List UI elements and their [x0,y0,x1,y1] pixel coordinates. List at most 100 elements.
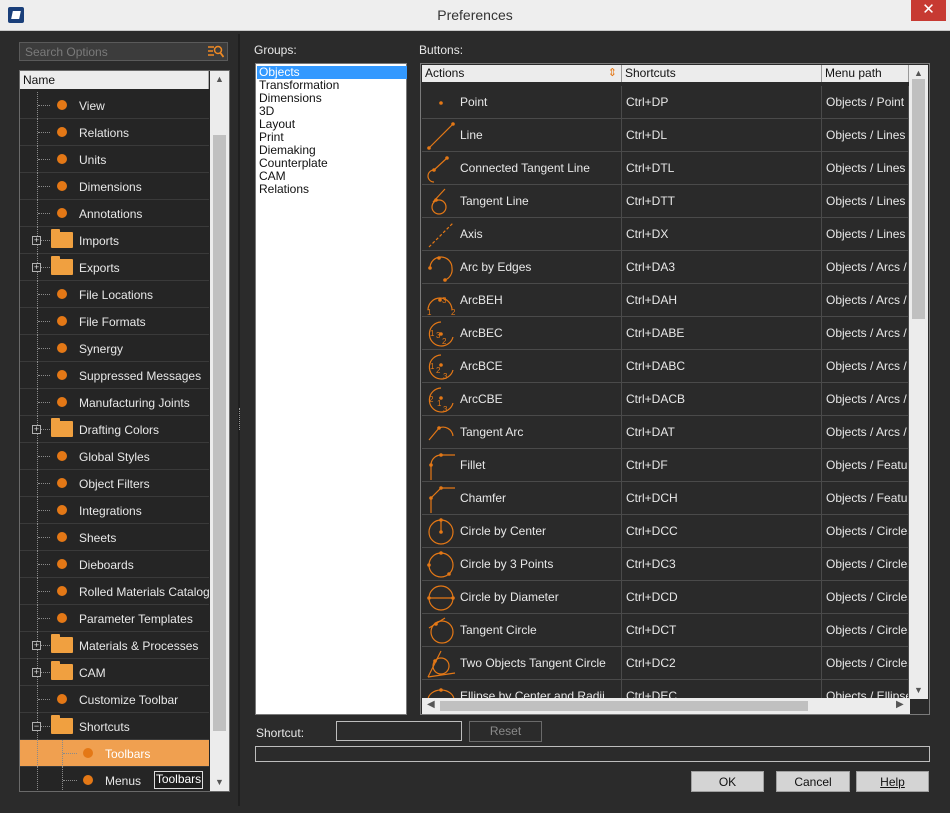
shortcut-cell[interactable]: Ctrl+DAT [622,416,822,449]
scroll-down-icon[interactable]: ▼ [914,685,923,695]
shortcut-cell[interactable]: Ctrl+DTL [622,152,822,185]
action-cell[interactable]: 1 3 2 ArcBEC [422,317,622,350]
table-vertical-scrollbar[interactable]: ▲ ▼ [909,65,928,699]
table-row[interactable]: 132 ArcBEC Ctrl+DABE Objects / Arcs / ArcBE… [422,317,909,350]
groups-list[interactable]: Objects Transformation Dimensions 3D Layout P… [255,63,407,715]
tree-item[interactable]: Dieboards [20,551,209,578]
tree-item[interactable]: Suppressed Messages [20,362,209,389]
shortcut-cell[interactable]: Ctrl+DCD [622,581,822,614]
shortcut-cell[interactable]: Ctrl+DACB [622,383,822,416]
action-cell[interactable]: Tangent Arc [422,416,622,449]
table-row[interactable]: Two Objects Tangent Circle Ctrl+DC2 Object… [422,647,909,680]
tree-item[interactable]: File Locations [20,281,209,308]
tree-item[interactable]: Customize Toolbar [20,686,209,713]
action-cell[interactable]: Tangent Circle [422,614,622,647]
action-cell[interactable]: 1 2 3 ArcBEH [422,284,622,317]
column-header-menu-path[interactable]: Menu path [822,65,909,82]
shortcut-cell[interactable]: Ctrl+DF [622,449,822,482]
table-row[interactable]: Circle by 3 Points Ctrl+DC3 Objects / Circ… [422,548,909,581]
action-cell[interactable]: Connected Tangent Line [422,152,622,185]
tree-item[interactable]: + Exports [20,254,209,281]
expand-icon[interactable]: + [32,263,41,272]
table-hscroll-thumb[interactable] [440,701,808,711]
shortcut-cell[interactable]: Ctrl+DC2 [622,647,822,680]
column-header-shortcuts[interactable]: Shortcuts [622,65,822,82]
shortcut-cell[interactable]: Ctrl+DCC [622,515,822,548]
cancel-button[interactable]: Cancel [776,771,850,792]
column-header-actions[interactable]: Actions ⇕ [422,65,622,82]
action-cell[interactable]: Two Objects Tangent Circle [422,647,622,680]
table-row[interactable]: Tangent Circle Ctrl+DCT Objects / Circles … [422,614,909,647]
expand-icon[interactable]: + [32,641,41,650]
shortcut-cell[interactable]: Ctrl+DL [622,119,822,152]
table-row[interactable]: Point Ctrl+DP Objects / Point [422,86,909,119]
search-input[interactable]: Search Options [19,42,228,61]
shortcut-cell[interactable]: Ctrl+DAH [622,284,822,317]
table-row[interactable]: Arc by Edges Ctrl+DA3 Objects / Arcs / Arc… [422,251,909,284]
action-cell[interactable]: Chamfer [422,482,622,515]
table-row[interactable]: Chamfer Ctrl+DCH Objects / Features / Cham… [422,482,909,515]
tree-item[interactable]: Dimensions [20,173,209,200]
collapse-icon[interactable]: − [32,722,41,731]
tree-item[interactable]: Annotations [20,200,209,227]
ok-button[interactable]: OK [691,771,764,792]
shortcut-cell[interactable]: Ctrl+DA3 [622,251,822,284]
tree-item[interactable]: + CAM [20,659,209,686]
table-row[interactable]: 213 ArcCBE Ctrl+DACB Objects / Arcs / ArcCB… [422,383,909,416]
action-cell[interactable]: Fillet [422,449,622,482]
shortcut-cell[interactable]: Ctrl+DCH [622,482,822,515]
tree-item[interactable]: Parameter Templates [20,605,209,632]
table-row[interactable]: Axis Ctrl+DX Objects / Lines / Axis [422,218,909,251]
close-button[interactable]: ✕ [911,0,946,21]
action-cell[interactable]: 2 1 3 ArcCBE [422,383,622,416]
table-row[interactable]: Circle by Center Ctrl+DCC Objects / Circle… [422,515,909,548]
splitter-grip-icon[interactable] [239,408,242,430]
action-cell[interactable]: 1 2 3 ArcBCE [422,350,622,383]
action-cell[interactable]: Arc by Edges [422,251,622,284]
scroll-up-icon[interactable]: ▲ [215,74,224,84]
shortcut-input[interactable] [336,721,462,741]
action-cell[interactable]: Circle by Diameter [422,581,622,614]
shortcut-cell[interactable]: Ctrl+DC3 [622,548,822,581]
expand-icon[interactable]: + [32,425,41,434]
shortcut-cell[interactable]: Ctrl+DX [622,218,822,251]
action-cell[interactable]: Circle by Center [422,515,622,548]
table-row[interactable]: Fillet Ctrl+DF Objects / Features / Fillet [422,449,909,482]
table-row[interactable]: Tangent Line Ctrl+DTT Objects / Lines / Ta… [422,185,909,218]
tree-item[interactable]: Synergy [20,335,209,362]
scroll-left-icon[interactable]: ◀ [427,699,435,710]
group-item[interactable]: Dimensions [257,92,407,105]
tree-item[interactable]: View [20,92,209,119]
tree-item[interactable]: + Imports [20,227,209,254]
tree-scroll-thumb[interactable] [213,135,226,731]
tree-item[interactable]: Units [20,146,209,173]
shortcut-cell[interactable]: Ctrl+DABE [622,317,822,350]
search-icon[interactable] [208,45,225,59]
table-horizontal-scrollbar[interactable]: ◀ ▶ [422,698,910,714]
table-row[interactable]: Circle by Diameter Ctrl+DCD Objects / Circ… [422,581,909,614]
table-row[interactable]: 1 23 ArcBEH Ctrl+DAH Objects / Arcs / ArcBEH [422,284,909,317]
tree-item[interactable]: Relations [20,119,209,146]
tree-item[interactable]: Object Filters [20,470,209,497]
tree-item[interactable]: Integrations [20,497,209,524]
expand-icon[interactable]: + [32,236,41,245]
tree-item[interactable]: Global Styles [20,443,209,470]
table-row[interactable]: 123 ArcBCE Ctrl+DABC Objects / Arcs / ArcBC… [422,350,909,383]
buttons-table[interactable]: Actions ⇕ Shortcuts Menu path Point Ctrl+… [420,63,930,715]
tree-item[interactable]: + Drafting Colors [20,416,209,443]
shortcut-cell[interactable]: Ctrl+DTT [622,185,822,218]
expand-icon[interactable]: + [32,668,41,677]
tree-item[interactable]: + Materials & Processes [20,632,209,659]
action-cell[interactable]: Line [422,119,622,152]
tree-item[interactable]: Rolled Materials Catalog [20,578,210,605]
table-row[interactable]: Line Ctrl+DL Objects / Lines / Line [422,119,909,152]
action-cell[interactable]: Axis [422,218,622,251]
action-cell[interactable]: Circle by 3 Points [422,548,622,581]
table-vscroll-thumb[interactable] [912,79,925,319]
group-item[interactable]: Relations [257,183,407,196]
action-cell[interactable]: Point [422,86,622,119]
table-row[interactable]: Connected Tangent Line Ctrl+DTL Objects / … [422,152,909,185]
tree-header-name[interactable]: Name [20,71,209,89]
tree-item[interactable]: − Shortcuts [20,713,209,740]
tree-item[interactable]: Manufacturing Joints [20,389,209,416]
